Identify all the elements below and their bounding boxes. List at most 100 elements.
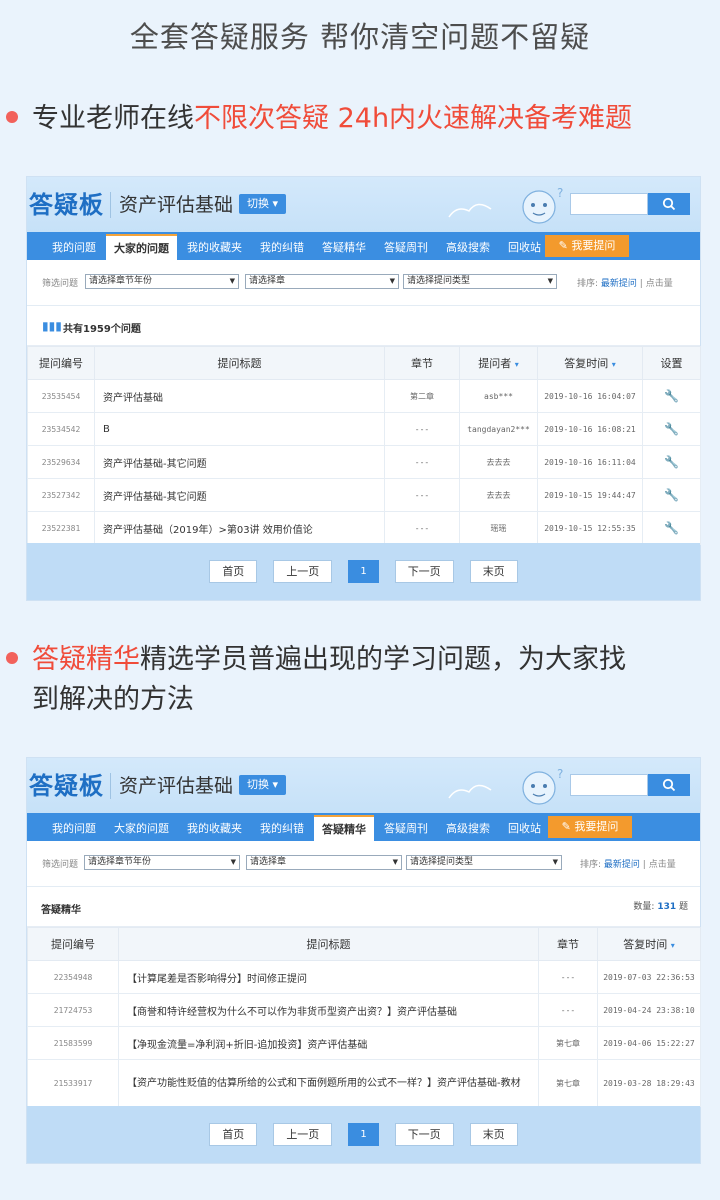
- question-title[interactable]: 【净现金流量=净利润+折旧-追加投资】资产评估基础: [118, 1026, 539, 1060]
- table-row[interactable]: 21583599 【净现金流量=净利润+折旧-追加投资】资产评估基础 第七章 2019…: [27, 1026, 701, 1060]
- chapter-year-select[interactable]: 请选择章节年份 ▼: [84, 855, 240, 870]
- next-page-button[interactable]: 下一页: [394, 560, 454, 583]
- table-row[interactable]: 22354948 【计算尾差是否影响得分】时间修正提问 --- 2019-07-03 …: [27, 960, 701, 994]
- filter-label: 筛选问题: [42, 860, 79, 870]
- tab-my-questions[interactable]: 我的问题: [44, 817, 104, 841]
- pencil-icon: ✎: [558, 239, 568, 252]
- subject-title: 资产评估基础: [119, 194, 234, 216]
- wrench-icon[interactable]: 🔧: [664, 422, 679, 436]
- select-value: 请选择提问类型: [407, 276, 471, 286]
- sort-clicks-link[interactable]: 点击量: [646, 279, 673, 289]
- question-title[interactable]: 【商誉和特许经营权为什么不可以作为非货币型资产出资？】资产评估基础: [118, 993, 539, 1027]
- search-button[interactable]: [648, 774, 690, 796]
- reply-time: 2019-04-06 15:22:27: [597, 1026, 701, 1060]
- prev-page-button[interactable]: 上一页: [273, 1123, 333, 1146]
- tab-recycle-bin[interactable]: 回收站: [500, 817, 549, 841]
- question-title[interactable]: B: [94, 412, 385, 446]
- first-page-button[interactable]: 首页: [209, 560, 258, 583]
- sort-clicks-link[interactable]: 点击量: [649, 860, 676, 870]
- sort-latest-link[interactable]: 最新提问: [601, 279, 637, 289]
- tab-qa-essentials[interactable]: 答疑精华: [314, 236, 374, 260]
- select-value: 请选择提问类型: [410, 857, 474, 867]
- question-id: 23534542: [27, 412, 95, 446]
- table-row[interactable]: 23527342 资产评估基础-其它问题 --- 去去去 2019-10-15 19:4…: [27, 478, 701, 512]
- table-row[interactable]: 23535454 资产评估基础 第二章 asb*** 2019-10-16 16:04:…: [27, 379, 701, 413]
- sort-latest-link[interactable]: 最新提问: [604, 860, 640, 870]
- prev-page-button[interactable]: 上一页: [273, 560, 333, 583]
- tab-everyone-questions[interactable]: 大家的问题: [106, 817, 177, 841]
- bullet1-prefix: 专业老师在线: [32, 103, 194, 134]
- current-page-button[interactable]: 1: [348, 1123, 379, 1146]
- table-row[interactable]: 21533917 【资产功能性贬值的估算所给的公式和下面例题所用的公式不一样？】资…: [27, 1059, 701, 1107]
- ask-question-button[interactable]: ✎ 我要提问: [545, 235, 629, 257]
- caret-down-icon: ▼: [229, 277, 235, 285]
- search-input[interactable]: [570, 193, 648, 215]
- question-title[interactable]: 资产评估基础-其它问题: [94, 478, 385, 512]
- first-page-button[interactable]: 首页: [209, 1123, 258, 1146]
- tab-advanced-search[interactable]: 高级搜索: [438, 817, 498, 841]
- chapter: ---: [384, 478, 460, 512]
- col-reply-time[interactable]: 答复时间 ▾: [537, 346, 643, 380]
- wrench-icon[interactable]: 🔧: [664, 521, 679, 535]
- asker: 瑶瑶: [459, 511, 538, 545]
- chapter-year-select[interactable]: 请选择章节年份 ▼: [85, 274, 239, 289]
- tab-my-corrections[interactable]: 我的纠错: [252, 817, 312, 841]
- settings-cell[interactable]: 🔧: [642, 412, 701, 446]
- select-value: 请选择章节年份: [88, 857, 152, 867]
- reply-time: 2019-10-16 16:04:07: [537, 379, 643, 413]
- reply-time: 2019-03-28 18:29:43: [597, 1059, 701, 1107]
- tab-my-favorites[interactable]: 我的收藏夹: [179, 236, 250, 260]
- current-page-button[interactable]: 1: [348, 560, 379, 583]
- svg-text:?: ?: [557, 186, 563, 200]
- tab-advanced-search[interactable]: 高级搜索: [438, 236, 498, 260]
- question-type-select[interactable]: 请选择提问类型 ▼: [406, 855, 562, 870]
- search-input[interactable]: [570, 774, 648, 796]
- next-page-button[interactable]: 下一页: [394, 1123, 454, 1146]
- col-asker-label: 提问者: [478, 357, 512, 370]
- col-reply-time[interactable]: 答复时间 ▾: [597, 927, 701, 961]
- question-title[interactable]: 【计算尾差是否影响得分】时间修正提问: [118, 960, 539, 994]
- select-value: 请选择章: [249, 276, 286, 286]
- settings-cell[interactable]: 🔧: [642, 478, 701, 512]
- wrench-icon[interactable]: 🔧: [664, 488, 679, 502]
- tab-recycle-bin[interactable]: 回收站: [500, 236, 549, 260]
- panel-header: 答疑板 资产评估基础 切换 ▾ ?: [27, 758, 700, 813]
- settings-cell[interactable]: 🔧: [642, 379, 701, 413]
- tab-everyone-questions[interactable]: 大家的问题: [106, 234, 177, 260]
- tab-my-corrections[interactable]: 我的纠错: [252, 236, 312, 260]
- wrench-icon[interactable]: 🔧: [664, 389, 679, 403]
- search-button[interactable]: [648, 193, 690, 215]
- col-id: 提问编号: [27, 346, 95, 380]
- chapter-select[interactable]: 请选择章 ▼: [246, 855, 402, 870]
- col-asker[interactable]: 提问者 ▾: [459, 346, 538, 380]
- chapter-select[interactable]: 请选择章 ▼: [245, 274, 399, 289]
- switch-subject-button[interactable]: 切换 ▾: [239, 194, 287, 214]
- table-row[interactable]: 23529634 资产评估基础-其它问题 --- 去去去 2019-10-16 16:1…: [27, 445, 701, 479]
- bullet-dot: [6, 110, 18, 123]
- tab-my-questions[interactable]: 我的问题: [44, 236, 104, 260]
- question-title[interactable]: 资产评估基础: [94, 379, 385, 413]
- tab-qa-essentials[interactable]: 答疑精华: [314, 815, 374, 841]
- settings-cell[interactable]: 🔧: [642, 445, 701, 479]
- last-page-button[interactable]: 末页: [469, 560, 518, 583]
- settings-cell[interactable]: 🔧: [642, 511, 701, 545]
- ask-question-button[interactable]: ✎ 我要提问: [548, 816, 632, 838]
- filter-bar: 筛选问题 请选择章节年份 ▼ 请选择章 ▼ 请选择提问类型 ▼ 排序: 最新提问 | …: [27, 841, 700, 887]
- table-row[interactable]: 23534542 B --- tangdayan2*** 2019-10-16 16:0…: [27, 412, 701, 446]
- chapter: ---: [538, 993, 598, 1027]
- nav-tabs: 我的问题 大家的问题 我的收藏夹 我的纠错 答疑精华 答疑周刊 高级搜索 回收站…: [27, 232, 700, 260]
- last-page-button[interactable]: 末页: [469, 1123, 518, 1146]
- question-title[interactable]: 资产评估基础（2019年）>第03讲 效用价值论: [94, 511, 385, 545]
- question-title[interactable]: 【资产功能性贬值的估算所给的公式和下面例题所用的公式不一样？】资产评估基础-教材: [118, 1059, 539, 1107]
- tab-qa-weekly[interactable]: 答疑周刊: [376, 817, 436, 841]
- tab-qa-weekly[interactable]: 答疑周刊: [376, 236, 436, 260]
- table-row[interactable]: 21724753 【商誉和特许经营权为什么不可以作为非货币型资产出资？】资产评估基…: [27, 993, 701, 1027]
- question-type-select[interactable]: 请选择提问类型 ▼: [403, 274, 557, 289]
- question-title[interactable]: 资产评估基础-其它问题: [94, 445, 385, 479]
- switch-subject-button[interactable]: 切换 ▾: [239, 775, 287, 795]
- filter-bar: 筛选问题 请选择章节年份 ▼ 请选择章 ▼ 请选择提问类型 ▼ 排序: 最新提问 | …: [27, 260, 700, 306]
- tab-my-favorites[interactable]: 我的收藏夹: [179, 817, 250, 841]
- table-row[interactable]: 23522381 资产评估基础（2019年）>第03讲 效用价值论 --- 瑶瑶 201…: [27, 511, 701, 545]
- chapter: 第二章: [384, 379, 460, 413]
- wrench-icon[interactable]: 🔧: [664, 455, 679, 469]
